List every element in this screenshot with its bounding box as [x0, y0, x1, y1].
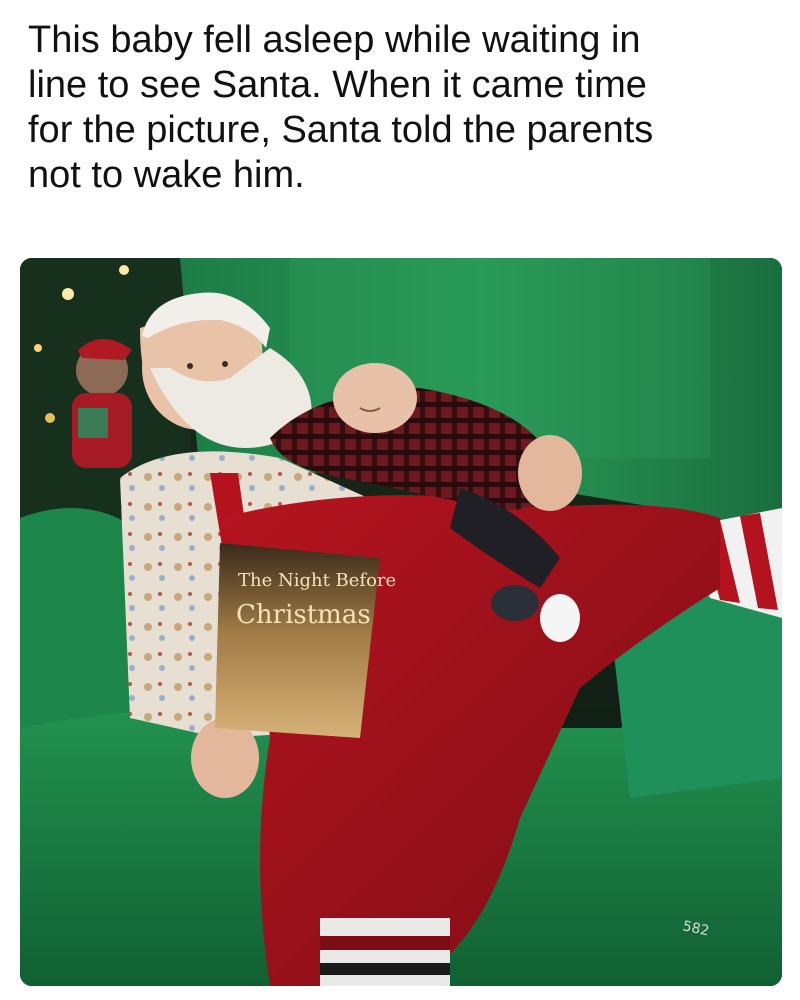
- teddy-bear-ornament: [72, 339, 132, 468]
- baby-head: [333, 363, 417, 433]
- book-title-line1: The Night Before: [238, 570, 396, 591]
- baby-shoe-right: [540, 594, 580, 642]
- baby-shoe-left: [491, 585, 539, 621]
- santa-boot-stripes: [320, 918, 450, 986]
- santa-hand: [518, 435, 582, 511]
- photo-illustration: The Night Before Christmas 582: [20, 258, 782, 986]
- post-caption: This baby fell asleep while waiting in l…: [28, 19, 654, 196]
- santa-photo: The Night Before Christmas 582: [20, 258, 782, 986]
- book-title-line2: Christmas: [236, 600, 371, 630]
